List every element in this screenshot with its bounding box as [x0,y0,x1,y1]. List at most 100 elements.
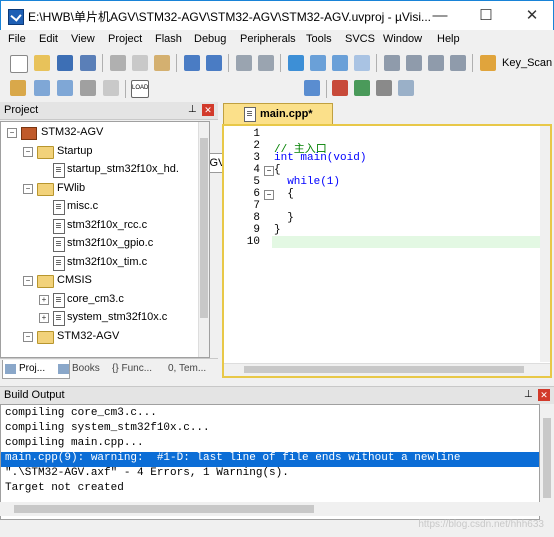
menu-flash[interactable]: Flash [155,33,182,45]
build-output-line[interactable]: compiling system_stm32f10x.c... [1,422,539,437]
build-output-line[interactable]: ".\STM32-AGV.axf" - 4 Errors, 1 Warning(… [1,467,539,482]
close-panel-icon[interactable]: ✕ [202,104,214,116]
build-output-line[interactable]: compiling main.cpp... [1,437,539,452]
minimize-button[interactable]: — [417,1,463,31]
scrollbar-thumb[interactable] [244,366,524,373]
menu-help[interactable]: Help [437,33,460,45]
file-icon [53,218,65,234]
code-line[interactable]: { [274,164,281,176]
menu-project[interactable]: Project [108,33,142,45]
menu-file[interactable]: File [8,33,26,45]
menu-peripherals[interactable]: Peripherals [240,33,296,45]
manage-rte-icon[interactable] [354,80,370,96]
tree-item-label: stm32f10x_tim.c [67,255,148,268]
fold-toggle-icon[interactable]: − [264,190,274,200]
download-load-icon[interactable]: LOAD [131,80,149,98]
expand-toggle-icon[interactable]: + [39,313,49,323]
close-panel-icon[interactable]: ✕ [538,389,550,401]
prev-bookmark-icon[interactable] [310,55,326,71]
uncomment-icon[interactable] [450,55,466,71]
expand-toggle-icon[interactable]: + [39,294,49,305]
next-bookmark-icon[interactable] [332,55,348,71]
navigate-forward-icon[interactable] [258,55,274,71]
build-icon[interactable] [34,80,50,96]
tab-templates[interactable]: 0, Tem... [164,360,220,378]
window-title: E:\HWB\单片机AGV\STM32-AGV\STM32-AGV\STM32-… [28,10,432,24]
unindent-icon[interactable] [406,55,422,71]
code-line[interactable]: } [274,212,294,224]
redo-icon[interactable] [206,55,222,71]
pin-icon[interactable]: ⊥ [188,105,198,115]
expand-toggle-icon[interactable]: − [23,183,33,194]
find-text-field[interactable]: Key_Scan [502,57,552,69]
open-folder-icon[interactable] [34,55,50,71]
project-tab-icon [5,364,16,374]
maximize-button[interactable]: ☐ [463,1,509,31]
new-file-icon[interactable] [10,55,28,73]
build-output-line[interactable]: compiling core_cm3.c... [1,407,539,422]
select-packs-icon[interactable] [376,80,392,96]
code-line[interactable]: { [274,188,294,200]
save-icon[interactable] [57,55,73,71]
expand-toggle-icon[interactable]: − [23,146,33,157]
translate-icon[interactable] [10,80,26,96]
tree-item-label: startup_stm32f10x_hd. [67,163,179,175]
code-line[interactable]: int main(void) [274,152,366,164]
expand-toggle-icon[interactable]: − [23,276,33,286]
menu-debug[interactable]: Debug [194,33,226,45]
project-panel-tabs: Proj... Books {} Func... 0, Tem... [0,358,218,379]
menu-view[interactable]: View [71,33,95,45]
code-line[interactable]: while(1) [274,176,340,188]
code-editor[interactable]: 1 2 3 4 5 6 7 8 9 10− − // 主入口 int main(void){ whil… [222,124,552,378]
scrollbar-thumb[interactable] [200,138,208,318]
expand-toggle-icon[interactable]: − [7,128,17,138]
line-number: 6 [253,188,260,200]
scrollbar-thumb[interactable] [543,418,551,498]
code-line[interactable]: } [274,224,281,236]
editor-vertical-scrollbar[interactable] [540,126,550,362]
tab-main-cpp[interactable]: main.cpp* [223,103,333,125]
menu-tools[interactable]: Tools [306,33,332,45]
navigate-back-icon[interactable] [236,55,252,71]
line-number: 9 [253,224,260,236]
pack-installer-icon[interactable] [398,80,414,96]
toolbar-separator [472,54,473,72]
save-all-icon[interactable] [80,55,96,71]
rebuild-icon[interactable] [57,80,73,96]
build-output-line-selected[interactable]: main.cpp(9): warning: #1-D: last line of… [1,452,539,467]
build-output-horizontal-scrollbar[interactable] [0,502,540,516]
tree-item-label: stm32f10x_gpio.c [67,237,154,249]
target-options-icon[interactable] [304,80,320,96]
copy-icon[interactable] [132,55,148,71]
tree-item-label: Startup [57,144,93,157]
comment-icon[interactable] [428,55,444,71]
clear-bookmarks-icon[interactable] [354,55,370,71]
fold-toggle-icon[interactable]: − [264,166,274,176]
scrollbar-thumb[interactable] [14,505,314,513]
file-icon [53,292,65,308]
paste-icon[interactable] [154,55,170,71]
menu-svcs[interactable]: SVCS [345,33,375,45]
batch-build-icon[interactable] [80,80,96,96]
editor-horizontal-scrollbar[interactable] [224,363,550,376]
project-tree-scrollbar[interactable] [198,122,209,357]
pin-icon[interactable]: ⊥ [524,390,534,400]
menu-window[interactable]: Window [383,33,422,45]
expand-toggle-icon[interactable]: − [23,331,33,342]
indent-icon[interactable] [384,55,400,71]
close-button[interactable]: ✕ [509,1,554,31]
line-number: 10 [246,236,260,248]
cut-icon[interactable] [110,55,126,71]
manage-project-items-icon[interactable] [332,80,348,96]
toolbar-separator [326,80,327,98]
toolbar-separator [176,54,177,72]
build-output-vertical-scrollbar[interactable] [540,404,554,520]
menu-edit[interactable]: Edit [39,33,58,45]
undo-icon[interactable] [184,55,200,71]
stop-build-icon[interactable] [103,80,119,96]
project-icon [21,127,37,140]
build-output-line[interactable]: Target not created [1,482,539,497]
find-icon[interactable] [480,55,496,71]
bookmark-icon[interactable] [288,55,304,71]
tab-functions[interactable]: {} Func... [108,360,166,378]
